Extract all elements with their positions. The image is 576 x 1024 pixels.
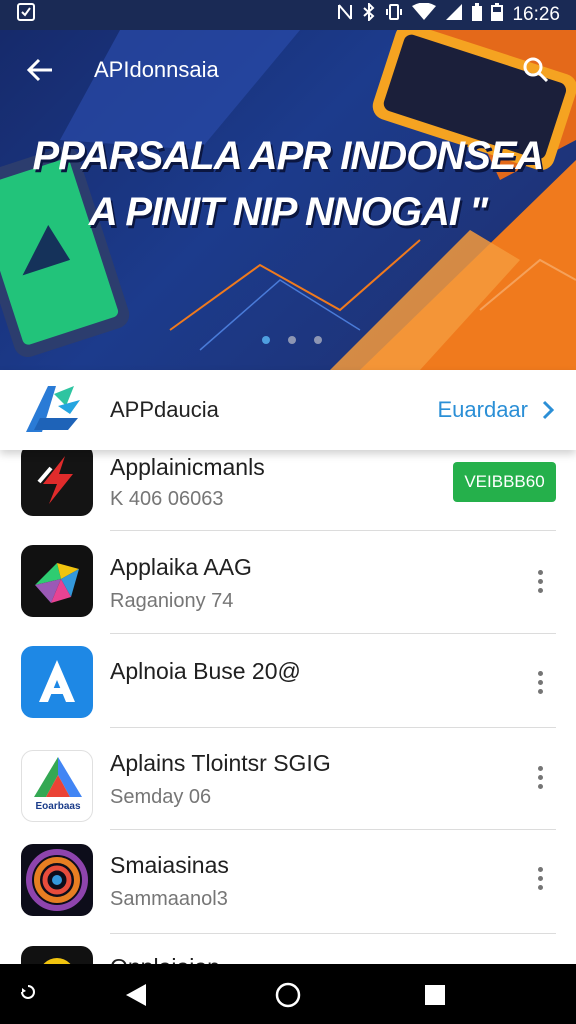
carousel-dot[interactable] — [314, 336, 322, 344]
app-list-item[interactable]: Aplnoia Buse 20@ — [0, 634, 576, 728]
carousel-indicator[interactable] — [262, 336, 322, 344]
app-name: Smaiasinas — [110, 852, 229, 878]
nav-back-icon — [126, 984, 146, 1006]
back-button[interactable] — [22, 52, 58, 88]
rotate-icon — [21, 985, 35, 999]
app-subtitle: Sammaanol3 — [110, 888, 228, 910]
search-button[interactable] — [518, 52, 554, 88]
battery-icon — [491, 3, 504, 27]
featured-link-label: Euardaar — [437, 397, 528, 422]
carousel-dot[interactable] — [288, 336, 296, 344]
back-nav-button[interactable] — [124, 982, 148, 1008]
top-app-bar: APIdonnsaia — [0, 44, 576, 96]
rotate-button[interactable] — [18, 982, 38, 1002]
app-list-item[interactable]: Eoarbaas Aplains Tlointsr SGIG Semday 06 — [0, 728, 576, 830]
app-icon-colorful — [21, 545, 93, 617]
app-name: Applaika AAG — [110, 554, 252, 580]
carousel-dot[interactable] — [262, 336, 270, 344]
app-subtitle: K 406 06063 — [110, 488, 224, 510]
search-icon — [523, 57, 549, 83]
recents-icon — [425, 985, 445, 1005]
bluetooth-icon — [362, 1, 376, 27]
app-subtitle: Raganiony 74 — [110, 590, 234, 612]
home-icon — [275, 982, 301, 1008]
app-icon-spiral — [21, 844, 93, 916]
home-button[interactable] — [275, 982, 301, 1008]
arrow-back-icon — [26, 58, 52, 82]
app-list-item[interactable]: Applaika AAG Raganiony 74 — [0, 532, 576, 634]
overflow-menu-button[interactable] — [528, 860, 552, 896]
status-bar: 16:26 — [0, 0, 576, 30]
divider — [110, 530, 556, 531]
battery-saver-icon — [472, 3, 483, 27]
app-icon-caption: Eoarbaas — [35, 801, 81, 812]
chevron-right-icon — [542, 400, 554, 420]
featured-app-row[interactable]: APPdaucia Euardaar — [0, 370, 576, 450]
app-icon-triangle: Eoarbaas — [21, 750, 93, 822]
overflow-menu-button[interactable] — [528, 563, 552, 599]
banner-headline-line1: PPARSALA APR INDONSEA — [32, 134, 545, 178]
signal-icon — [445, 3, 463, 27]
app-name: Onplaiaian — [110, 954, 220, 964]
app-list-item[interactable]: Smaiasinas Sammaanol3 — [0, 830, 576, 934]
featured-app-logo — [26, 386, 80, 432]
recents-button[interactable] — [424, 984, 446, 1006]
app-list-item[interactable]: Applainicmanls K 406 06063 VEIBBB60 — [0, 450, 576, 532]
app-icon-yellow — [21, 946, 93, 964]
app-list: Applainicmanls K 406 06063 VEIBBB60 Appl… — [0, 450, 576, 964]
app-name: Applainicmanls — [110, 454, 265, 480]
system-nav-bar — [0, 964, 576, 1024]
nfc-icon — [337, 3, 353, 27]
banner-headline-line2: A PINIT NIP NNOGAI " — [88, 190, 488, 234]
app-name: Aplnoia Buse 20@ — [110, 658, 301, 684]
app-subtitle: Semday 06 — [110, 786, 212, 808]
app-list-item[interactable]: Onplaiaian — [0, 934, 576, 964]
app-icon-red-bolt — [21, 450, 93, 516]
overflow-menu-button[interactable] — [528, 664, 552, 700]
status-time: 16:26 — [512, 4, 560, 25]
vibrate-icon — [385, 3, 403, 27]
app-icon-blue-a — [21, 646, 93, 718]
install-button[interactable]: VEIBBB60 — [453, 462, 556, 502]
app-name: Aplains Tlointsr SGIG — [110, 750, 331, 776]
overflow-menu-button[interactable] — [528, 759, 552, 795]
wifi-icon — [412, 2, 437, 27]
page-title: APIdonnsaia — [94, 57, 219, 82]
featured-open-link[interactable]: Euardaar — [437, 397, 554, 423]
featured-app-name: APPdaucia — [110, 397, 219, 422]
hero-banner[interactable]: APIdonnsaia PPARSALA APR INDONSEA A PINI… — [0, 30, 576, 370]
notification-icon — [16, 2, 36, 28]
